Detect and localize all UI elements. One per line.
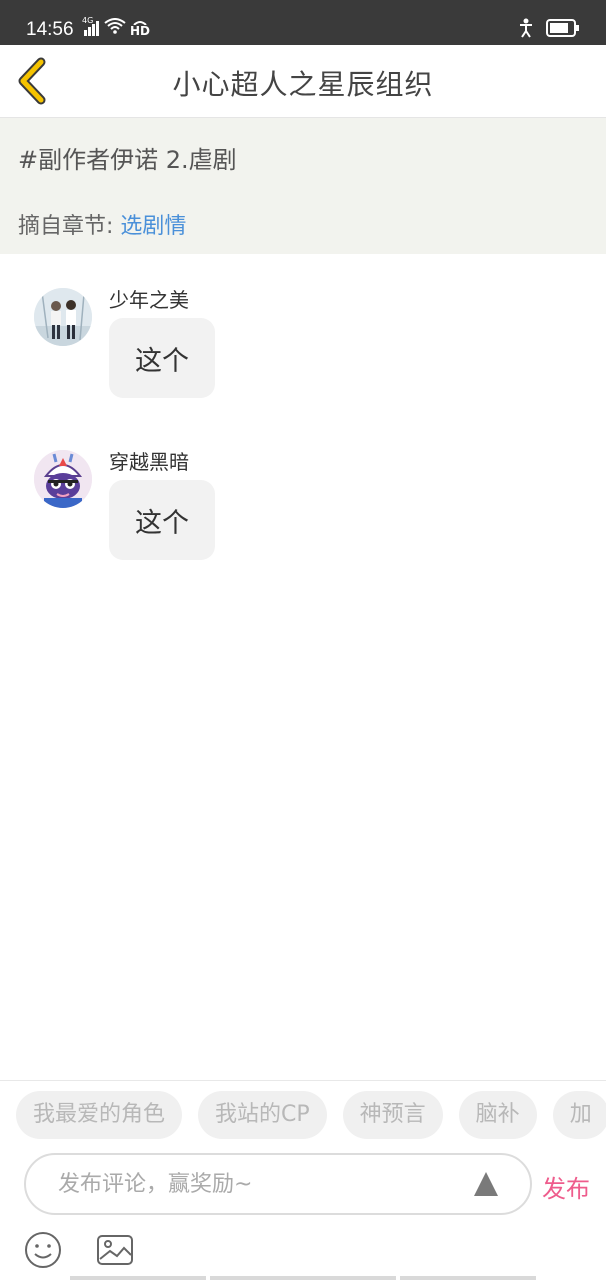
up-arrow-icon[interactable] xyxy=(474,1172,498,1196)
comment-input-wrapper[interactable] xyxy=(24,1153,532,1215)
message-username: 穿越黑暗 xyxy=(109,450,189,474)
tag-more[interactable]: 加 xyxy=(552,1091,606,1139)
status-icons: 4G HD xyxy=(82,16,151,38)
header: 小心超人之星辰组织 xyxy=(0,45,606,118)
signal-icon: 4G xyxy=(82,16,100,36)
comment-input[interactable] xyxy=(58,1155,458,1213)
tag-prophecy[interactable]: 神预言 xyxy=(342,1091,443,1139)
avatar[interactable] xyxy=(34,450,92,508)
tag-favorite-character[interactable]: 我最爱的角色 xyxy=(16,1091,183,1139)
topic-banner: #副作者伊诺 2.虐剧 摘自章节: 选剧情 xyxy=(0,118,606,254)
message-bubble: 这个 xyxy=(109,318,215,398)
image-icon[interactable] xyxy=(96,1231,134,1269)
publish-button[interactable]: 发布 xyxy=(542,1169,590,1204)
nav-hint-left xyxy=(70,1276,206,1280)
tag-imagination[interactable]: 脑补 xyxy=(458,1091,537,1139)
topic-chapter: 摘自章节: 选剧情 xyxy=(18,208,186,240)
message-username: 少年之美 xyxy=(109,288,189,312)
accessibility-icon xyxy=(518,18,534,42)
wifi-icon xyxy=(104,18,126,38)
hd-icon: HD xyxy=(130,21,151,38)
nav-hint-right xyxy=(400,1276,536,1280)
nav-hint-center xyxy=(210,1276,396,1280)
avatar[interactable] xyxy=(34,288,92,346)
battery-icon xyxy=(546,19,580,41)
emoji-icon[interactable] xyxy=(24,1231,62,1269)
status-bar: 14:56 4G HD xyxy=(0,0,606,45)
message-item: 少年之美 这个 xyxy=(0,284,606,404)
page-title: 小心超人之星辰组织 xyxy=(172,68,434,101)
status-time: 14:56 xyxy=(26,19,74,40)
message-item: 穿越黑暗 这个 xyxy=(0,446,606,566)
tag-my-cp[interactable]: 我站的CP xyxy=(198,1091,327,1139)
chapter-label: 摘自章节: xyxy=(18,214,114,239)
avatar-cartoon-icon xyxy=(34,450,92,508)
bottom-bar: 我最爱的角色 我站的CP 神预言 脑补 加 发布 xyxy=(0,1080,606,1280)
avatar-photo-icon xyxy=(34,288,92,346)
topic-title: #副作者伊诺 2.虐剧 xyxy=(18,146,237,174)
message-bubble: 这个 xyxy=(109,480,215,560)
chapter-link[interactable]: 选剧情 xyxy=(120,214,186,239)
status-right xyxy=(518,18,580,42)
quick-tags: 我最爱的角色 我站的CP 神预言 脑补 加 xyxy=(16,1091,606,1139)
